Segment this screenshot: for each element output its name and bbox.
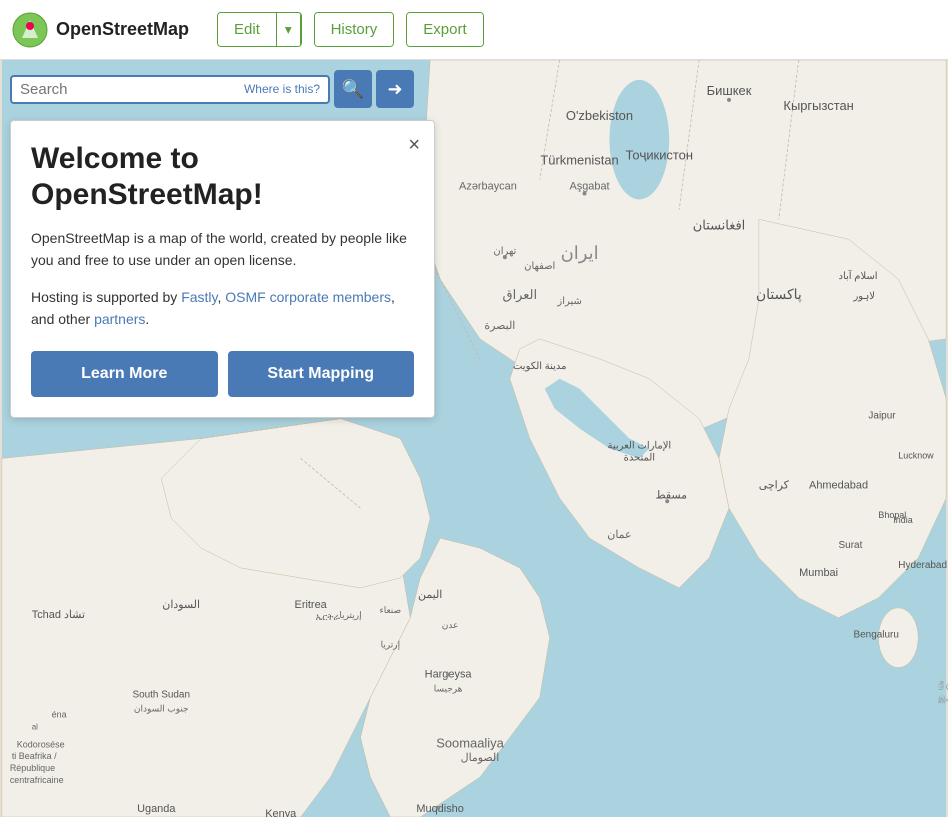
svg-text:الصومال: الصومال: [461, 752, 500, 764]
svg-text:عمان: عمان: [607, 529, 631, 541]
svg-text:کراچی: کراچی: [759, 479, 790, 491]
search-input[interactable]: [20, 81, 240, 98]
svg-text:لاہور: لاہور: [852, 291, 874, 302]
svg-text:اسلام آباد: اسلام آباد: [839, 269, 878, 282]
svg-text:République: République: [10, 763, 55, 773]
svg-text:Ahmedabad: Ahmedabad: [809, 479, 868, 491]
svg-text:Кыргызстан: Кыргызстан: [783, 98, 853, 113]
navbar: OpenStreetMap Edit ▾ History Export: [0, 0, 948, 60]
where-is-this-link[interactable]: Where is this?: [244, 82, 320, 96]
svg-text:South Sudan: South Sudan: [132, 689, 190, 700]
search-input-wrap: Where is this?: [10, 75, 330, 104]
svg-text:مسقط: مسقط: [655, 489, 687, 501]
svg-text:ایران: ایران: [561, 243, 599, 264]
svg-text:Aşgabat: Aşgabat: [569, 180, 609, 192]
svg-text:صنعاء: صنعاء: [380, 605, 402, 615]
svg-text:ශ්‍රී ලංකා: ශ්‍රී ලංකා: [938, 681, 948, 691]
svg-text:Uganda: Uganda: [137, 803, 176, 815]
period: .: [145, 311, 149, 327]
edit-button-group: Edit ▾: [217, 12, 302, 47]
svg-text:Tchad تشاد: Tchad تشاد: [32, 609, 85, 621]
svg-text:Eritrea: Eritrea: [295, 599, 328, 611]
svg-text:Surat: Surat: [839, 540, 863, 551]
svg-text:جنوب السودان: جنوب السودان: [134, 703, 189, 714]
svg-text:الإمارات العربية: الإمارات العربية: [607, 440, 671, 451]
hosting-prefix: Hosting is supported by: [31, 289, 181, 305]
fastly-link[interactable]: Fastly: [181, 289, 217, 305]
edit-dropdown-button[interactable]: ▾: [277, 14, 301, 46]
directions-icon: ➜: [387, 79, 402, 100]
svg-text:Hyderabad: Hyderabad: [898, 560, 947, 571]
start-mapping-button[interactable]: Start Mapping: [228, 351, 415, 397]
export-button[interactable]: Export: [407, 13, 482, 46]
svg-text:centrafricaine: centrafricaine: [10, 775, 64, 785]
svg-text:البصرة: البصرة: [484, 320, 515, 332]
action-buttons: Learn More Start Mapping: [31, 351, 414, 397]
welcome-description: OpenStreetMap is a map of the world, cre…: [31, 227, 414, 272]
welcome-panel: × Welcome to OpenStreetMap! OpenStreetMa…: [10, 120, 435, 418]
svg-text:Бишкек: Бишкек: [707, 83, 752, 98]
logo-area: OpenStreetMap: [12, 12, 189, 48]
svg-text:شیراز: شیراز: [556, 296, 581, 307]
svg-text:Тоҷикистон: Тоҷикистон: [626, 148, 694, 163]
svg-text:پاکستان: پاکستان: [756, 286, 802, 303]
svg-text:اصفهان: اصفهان: [524, 261, 555, 272]
hosting-text: Hosting is supported by Fastly, OSMF cor…: [31, 286, 414, 331]
history-button[interactable]: History: [315, 13, 394, 46]
svg-text:Muqdisho: Muqdisho: [416, 803, 463, 815]
learn-more-button[interactable]: Learn More: [31, 351, 218, 397]
svg-text:عدن: عدن: [442, 620, 459, 630]
svg-text:இலங்கை: இலங்கை: [938, 694, 948, 704]
svg-text:افغانستان: افغانستان: [693, 217, 745, 232]
svg-text:إرتريا: إرتريا: [381, 640, 400, 651]
search-button[interactable]: 🔍: [334, 70, 372, 108]
svg-text:اليمن: اليمن: [418, 589, 442, 601]
svg-text:ti Beafrika /: ti Beafrika /: [12, 751, 57, 761]
svg-text:Kodorosése: Kodorosése: [17, 739, 65, 749]
svg-text:Soomaaliya: Soomaaliya: [436, 735, 504, 750]
svg-text:éna: éna: [52, 709, 67, 719]
search-bar: Where is this? 🔍 ➜: [10, 70, 414, 108]
svg-text:Mumbai: Mumbai: [799, 567, 838, 579]
svg-text:مدينة الكويت: مدينة الكويت: [513, 361, 566, 372]
svg-text:ኤርትራ: ኤርትራ: [316, 612, 341, 622]
svg-text:Türkmenistan: Türkmenistan: [540, 153, 618, 168]
svg-text:المتحدة: المتحدة: [624, 452, 655, 463]
svg-text:India: India: [893, 515, 912, 525]
welcome-title: Welcome to OpenStreetMap!: [31, 141, 414, 213]
osm-logo-icon: [12, 12, 48, 48]
svg-text:Kenya: Kenya: [265, 808, 297, 817]
export-button-group: Export: [406, 12, 483, 47]
edit-button[interactable]: Edit: [218, 13, 277, 46]
svg-text:Azərbaycan: Azərbaycan: [459, 180, 517, 192]
search-icon: 🔍: [342, 79, 364, 100]
osmf-link[interactable]: OSMF corporate members: [225, 289, 391, 305]
close-button[interactable]: ×: [408, 135, 420, 155]
svg-text:العراق: العراق: [503, 287, 538, 303]
svg-text:السودان: السودان: [162, 599, 200, 611]
svg-text:Bengaluru: Bengaluru: [853, 630, 898, 641]
directions-button[interactable]: ➜: [376, 70, 414, 108]
app-title: OpenStreetMap: [56, 19, 189, 40]
welcome-desc-text: OpenStreetMap is a map of the world, cre…: [31, 230, 407, 268]
svg-text:Lucknow: Lucknow: [898, 450, 934, 460]
svg-text:Jaipur: Jaipur: [868, 411, 896, 422]
history-button-group: History: [314, 12, 395, 47]
svg-text:هرجيسا: هرجيسا: [434, 683, 463, 694]
svg-text:إريتريا: إريتريا: [339, 610, 361, 621]
svg-text:al: al: [32, 722, 38, 731]
dropdown-arrow-icon: ▾: [285, 22, 292, 37]
svg-text:O'zbekiston: O'zbekiston: [566, 108, 633, 123]
partners-link[interactable]: partners: [94, 311, 145, 327]
